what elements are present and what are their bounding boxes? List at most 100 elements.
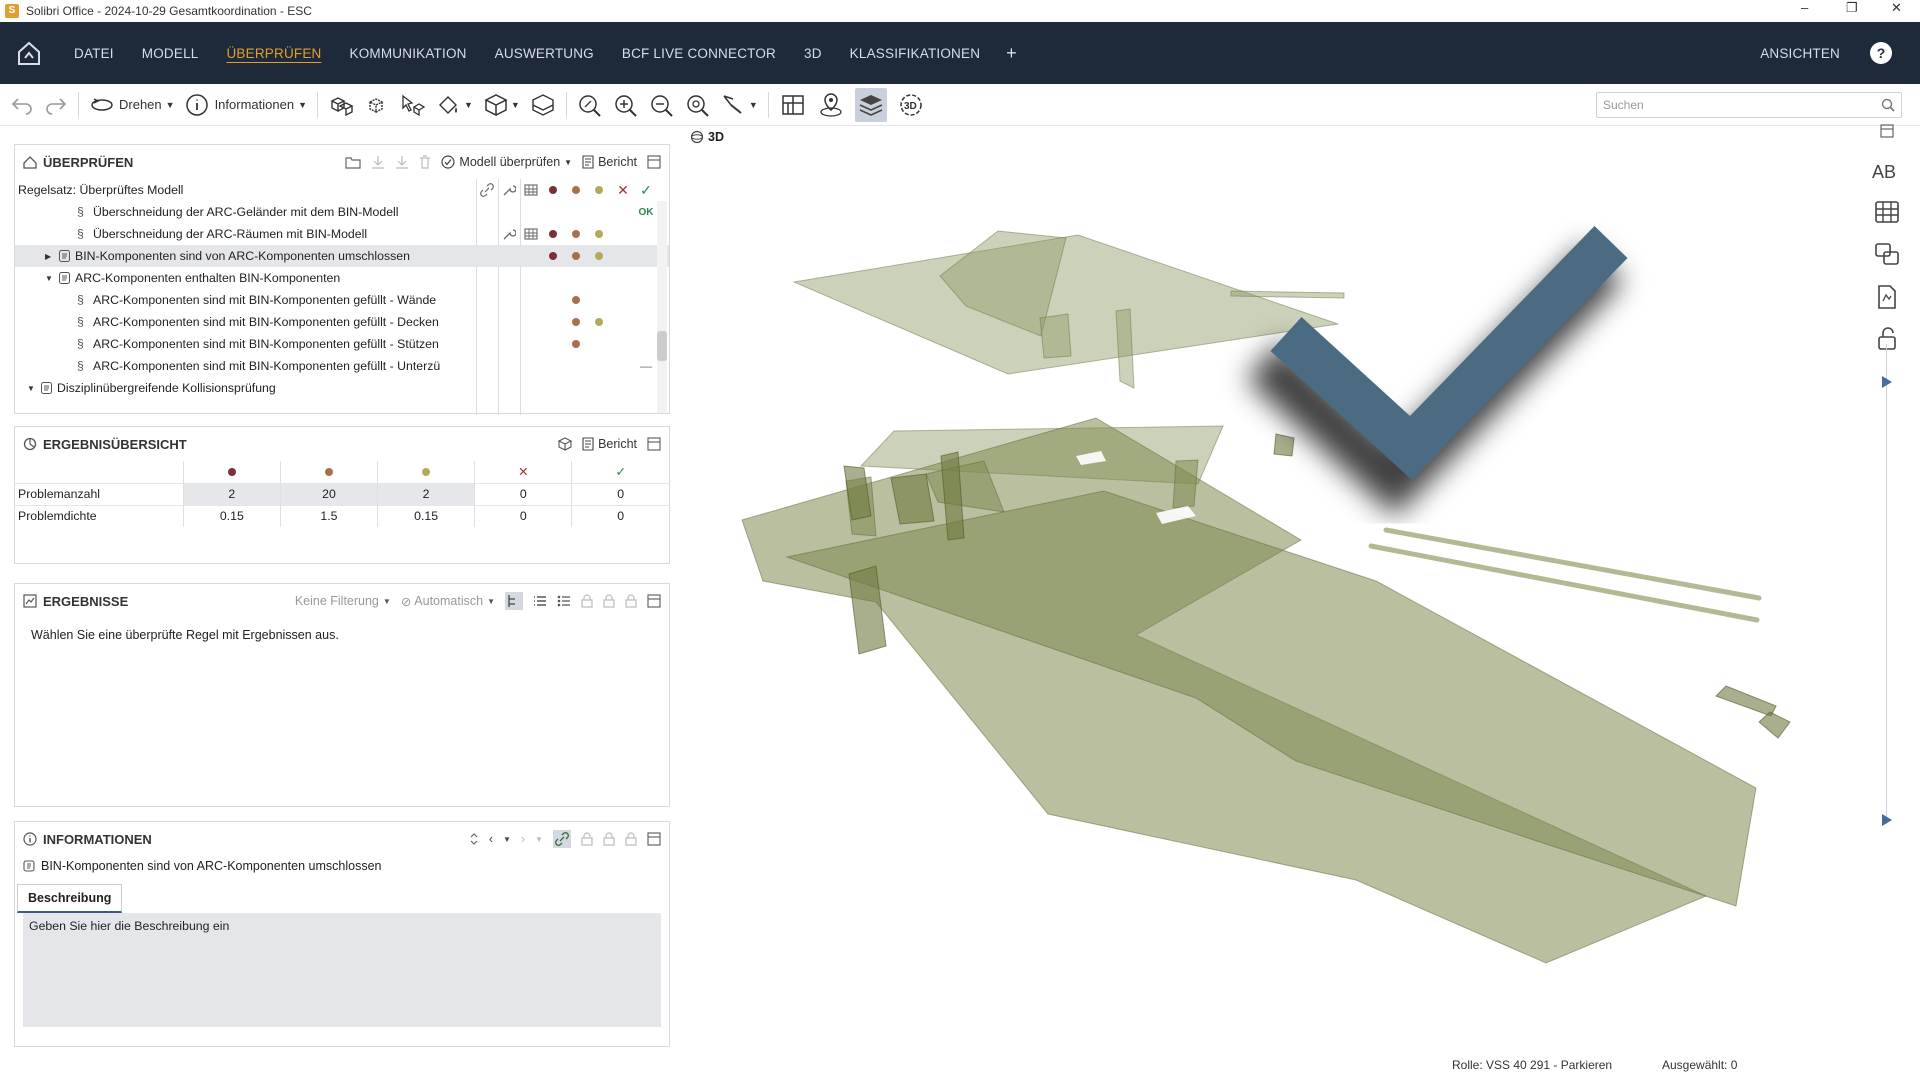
ruleset-header-row[interactable]: Regelsatz: Überprüftes Modell ✕ ✓ [15,179,669,201]
zoom-selection-button[interactable] [685,93,711,117]
value-cell[interactable]: 0 [474,504,572,527]
menu-auswertung[interactable]: AUSWERTUNG [495,46,594,61]
value-cell[interactable]: 20 [279,482,378,505]
text-view-button[interactable]: AB [1872,162,1896,183]
range-slider-track[interactable] [1886,344,1887,824]
unlock-button[interactable] [1876,326,1898,357]
add-tab-button[interactable]: + [1006,43,1017,64]
view-cube-tool[interactable]: ▼ [483,93,520,117]
description-field[interactable]: Geben Sie hier die Beschreibung ein [23,913,661,1027]
information-tool[interactable]: Informationen ▼ [185,93,307,117]
range-slider-top-handle[interactable] [1882,376,1892,388]
compare-view-button[interactable] [1874,242,1900,271]
forward-dropdown[interactable]: ▼ [535,835,543,844]
search-input[interactable]: Suchen [1596,92,1902,118]
minimize-button[interactable]: – [1801,0,1808,15]
lock-c-button[interactable] [625,832,637,846]
home-button[interactable] [0,22,58,84]
transparency-tool[interactable]: ▼ [436,93,473,117]
3d-settings-button[interactable]: 3D [897,92,925,118]
list-view-button[interactable] [533,594,547,608]
tree-row[interactable]: § Überschneidung der ARC-Geländer mit dem… [15,201,669,223]
tree-scrollbar-thumb[interactable] [657,331,667,361]
zoom-fit-button[interactable] [577,93,603,117]
panel-layout-button[interactable] [647,437,661,451]
measure-tool[interactable]: ▼ [721,93,758,117]
model-render[interactable] [676,126,1920,1046]
collapse-icon[interactable]: ▼ [45,274,53,283]
menu-modell[interactable]: MODELL [142,46,199,61]
link-selection-button[interactable] [553,830,571,848]
panel-layout-button[interactable] [647,594,661,608]
panel-layout-button[interactable] [1880,124,1894,143]
history-dropdown[interactable]: ▼ [503,835,511,844]
next-button[interactable]: › [521,832,525,846]
restore-button[interactable]: ❐ [1846,0,1858,16]
lock-b-button[interactable] [603,832,615,846]
export-button[interactable] [395,155,409,169]
tree-scrollbar[interactable] [657,201,667,413]
range-slider-bottom-handle[interactable] [1882,814,1892,826]
detail-view-button[interactable] [557,594,571,608]
lock-a-button[interactable] [581,594,593,608]
lock-a-button[interactable] [581,832,593,846]
tree-row[interactable]: § ARC-Komponenten sind mit BIN-Komponente… [15,355,669,377]
undo-button[interactable] [10,95,34,115]
menu-3d[interactable]: 3D [804,46,822,61]
filter-dropdown[interactable]: Keine Filterung ▼ [295,594,391,608]
menu-datei[interactable]: DATEI [74,46,114,61]
isolate-components-button[interactable] [400,93,426,117]
menu-kommunikation[interactable]: KOMMUNIKATION [350,46,467,61]
tab-beschreibung[interactable]: Beschreibung [17,884,123,913]
rotate-tool[interactable]: Drehen ▼ [89,95,175,115]
model-filter-button[interactable] [558,437,573,451]
document-view-button[interactable] [1876,284,1898,315]
value-cell[interactable]: 2 [377,482,475,505]
help-button[interactable]: ? [1870,42,1892,64]
value-cell[interactable]: 0 [474,482,572,505]
lock-b-button[interactable] [603,594,615,608]
tree-row[interactable]: ▼ Disziplinübergreifende Kollisionsprüfun… [15,377,669,399]
value-cell[interactable]: 0 [571,482,669,505]
check-model-button[interactable]: Modell überprüfen ▼ [441,155,572,169]
previous-button[interactable]: ‹ [489,832,493,846]
delete-button[interactable] [419,155,431,169]
section-box-button[interactable] [530,93,556,117]
tree-row[interactable]: ▶ BIN-Komponenten sind von ARC-Komponente… [15,245,669,267]
report-button[interactable]: Bericht [582,155,637,169]
panel-layout-button[interactable] [647,832,661,846]
summary-report-button[interactable]: Bericht [582,437,637,451]
floor-plan-button[interactable] [779,92,807,118]
import-button[interactable] [371,155,385,169]
tree-view-button[interactable] [505,592,523,610]
3d-viewport[interactable]: 3D AB [676,124,1920,1046]
value-cell[interactable]: 0 [571,504,669,527]
tree-row[interactable]: ▼ ARC-Komponenten enthalten BIN-Komponent… [15,267,669,289]
open-ruleset-button[interactable] [345,155,362,169]
sort-button[interactable] [469,832,479,846]
value-cell[interactable]: 2 [182,482,281,505]
menu-klassifikationen[interactable]: KLASSIFIKATIONEN [850,46,980,61]
hide-components-button[interactable] [364,93,390,117]
tree-row[interactable]: § ARC-Komponenten sind mit BIN-Komponente… [15,289,669,311]
value-cell[interactable]: 0.15 [182,504,281,527]
menu-bcf-live-connector[interactable]: BCF LIVE CONNECTOR [622,46,776,61]
value-cell[interactable]: 1.5 [279,504,378,527]
zoom-out-button[interactable] [649,93,675,117]
expand-icon[interactable]: ▶ [45,252,51,261]
select-components-button[interactable] [328,93,354,117]
menu-ueberpruefen[interactable]: ÜBERPRÜFEN [226,46,321,61]
table-view-button[interactable] [1874,200,1900,229]
redo-button[interactable] [44,95,68,115]
tree-row[interactable]: § ARC-Komponenten sind mit BIN-Komponente… [15,333,669,355]
tree-row[interactable]: § ARC-Komponenten sind mit BIN-Komponente… [15,311,669,333]
lock-c-button[interactable] [625,594,637,608]
zoom-in-button[interactable] [613,93,639,117]
collapse-icon[interactable]: ▼ [27,384,35,393]
tree-row[interactable]: § Überschneidung der ARC-Räumen mit BIN-M… [15,223,669,245]
menu-ansichten[interactable]: ANSICHTEN [1760,46,1840,61]
location-button[interactable] [817,92,845,118]
panel-layout-button[interactable] [647,155,661,169]
value-cell[interactable]: 0.15 [377,504,475,527]
layers-button[interactable] [854,87,887,122]
